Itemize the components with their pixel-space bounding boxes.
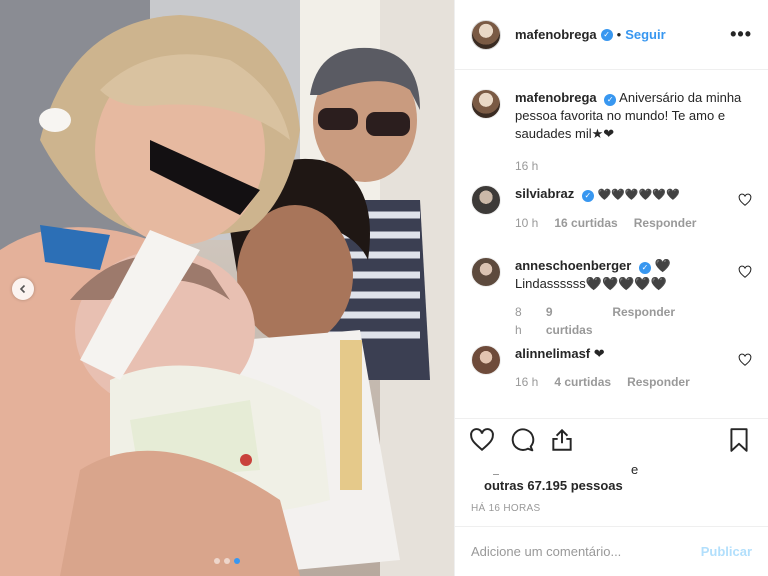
caption: mafenobrega ✓ Aniversário da minha pesso… <box>471 89 752 185</box>
publish-button[interactable]: Publicar <box>701 544 752 559</box>
comment-item: silviabraz ✓ 🖤🖤🖤🖤🖤🖤 10 h 16 curtidas Res… <box>471 185 752 257</box>
carousel-dot <box>224 558 230 564</box>
comment-item: alinnelimasf ❤ 16 h 4 curtidas Responder <box>471 345 752 405</box>
carousel-dot-active <box>234 558 240 564</box>
carousel-dot <box>214 558 220 564</box>
comment-text: ❤ <box>593 346 605 361</box>
like-comment-heart-icon[interactable] <box>738 353 752 367</box>
verified-badge-icon: ✓ <box>604 94 617 106</box>
comment-time[interactable]: 10 h <box>515 214 538 232</box>
author-avatar[interactable] <box>471 89 501 119</box>
comments-list[interactable]: mafenobrega ✓ Aniversário da minha pesso… <box>455 71 768 416</box>
more-options-icon[interactable]: ••• <box>730 24 752 45</box>
follow-button[interactable]: Seguir <box>625 27 665 42</box>
post-timestamp[interactable]: HÁ 16 HORAS <box>471 503 540 514</box>
reply-button[interactable]: Responder <box>627 373 690 391</box>
comment-time[interactable]: 8 h <box>515 303 530 339</box>
author-avatar[interactable] <box>471 19 501 50</box>
photo-scene <box>0 15 430 576</box>
verified-badge-icon: ✓ <box>638 262 651 274</box>
comment-time[interactable]: 16 h <box>515 373 538 391</box>
post-actions <box>455 418 768 464</box>
like-comment-heart-icon[interactable] <box>738 193 752 207</box>
add-comment-bar: Publicar <box>455 526 768 576</box>
comment-username[interactable]: anneschoenberger <box>515 258 631 273</box>
verified-badge-icon: ✓ <box>581 190 594 202</box>
post-sidebar: mafenobrega ✓ • Seguir ••• mafenobrega ✓… <box>454 0 768 576</box>
reply-button[interactable]: Responder <box>634 214 697 232</box>
carousel-indicator <box>0 558 454 564</box>
post-photo[interactable] <box>0 0 454 576</box>
caption-time[interactable]: 16 h <box>515 157 538 175</box>
chevron-left-icon <box>19 284 26 294</box>
comment-likes[interactable]: 4 curtidas <box>554 373 611 391</box>
comment-text: 🖤🖤🖤🖤🖤🖤 <box>597 189 680 201</box>
caption-username[interactable]: mafenobrega <box>515 90 597 105</box>
likes-count[interactable]: outras 67.195 pessoas <box>484 478 623 493</box>
bookmark-icon[interactable] <box>726 427 752 453</box>
comment-likes[interactable]: 9 curtidas <box>546 303 596 339</box>
commenter-avatar[interactable] <box>471 257 501 287</box>
comment-likes[interactable]: 16 curtidas <box>554 214 617 232</box>
comment-input[interactable] <box>471 544 691 559</box>
post-header: mafenobrega ✓ • Seguir ••• <box>455 0 768 70</box>
commenter-avatar[interactable] <box>471 345 501 375</box>
previous-photo-button[interactable] <box>12 278 34 300</box>
verified-badge-icon: ✓ <box>600 28 613 41</box>
comment-username[interactable]: alinnelimasf <box>515 346 590 361</box>
commenter-avatar[interactable] <box>471 185 501 215</box>
like-comment-heart-icon[interactable] <box>738 265 752 279</box>
reply-button[interactable]: Responder <box>612 303 675 339</box>
like-heart-icon[interactable] <box>469 427 495 453</box>
liked-by-avatar[interactable] <box>493 474 499 477</box>
header-separator: • <box>616 27 622 42</box>
author-username[interactable]: mafenobrega <box>515 27 597 42</box>
comment-item: anneschoenberger ✓ 🖤 Lindassssss🖤🖤🖤🖤🖤 8 … <box>471 257 752 345</box>
share-icon[interactable] <box>549 427 575 453</box>
comment-bubble-icon[interactable] <box>509 427 535 453</box>
likes-connector: e <box>631 462 639 477</box>
comment-username[interactable]: silviabraz <box>515 186 574 201</box>
